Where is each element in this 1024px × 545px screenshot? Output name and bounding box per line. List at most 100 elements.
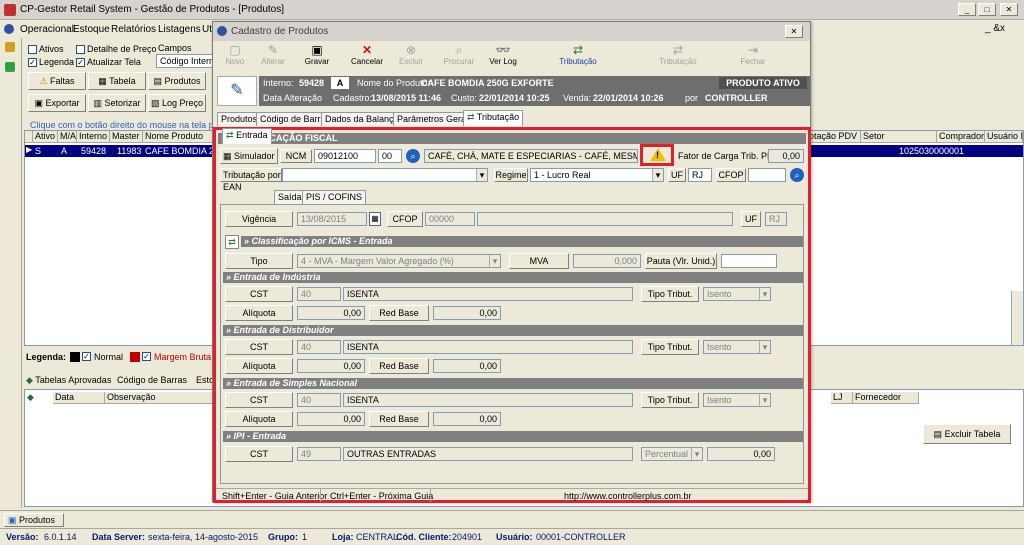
ncm-ex-field[interactable]: 00 (378, 149, 402, 163)
menu-estoque[interactable]: Estoque (73, 24, 110, 35)
grid-col-setor[interactable]: Setor (861, 131, 937, 143)
toolbar-tributacao[interactable]: ⇄ Tributação (555, 43, 601, 66)
ipi-cst-field[interactable]: 49 (297, 447, 341, 461)
distribuidor-tipotrib-combo[interactable]: Isento (703, 340, 771, 354)
simples-tipotrib-combo[interactable]: Isento (703, 393, 771, 407)
maximize-button[interactable]: □ (978, 3, 996, 16)
cfop-field[interactable] (748, 168, 786, 182)
cell-ma: A (61, 146, 68, 156)
simples-aliquota-field[interactable]: 0,00 (297, 412, 365, 426)
tab-produtos[interactable]: Produtos (217, 112, 262, 126)
industria-redbase-field[interactable]: 0,00 (433, 306, 501, 320)
grid-vscroll[interactable] (1011, 291, 1023, 345)
faltas-button[interactable]: ⚠ Faltas (28, 72, 86, 90)
tab-tributacao[interactable]: ⇄ Tributação (463, 110, 524, 126)
mdi-controls[interactable]: _ &x (985, 23, 1005, 34)
tabela-button[interactable]: ▦ Tabela (88, 72, 146, 90)
industria-cst-field[interactable]: 40 (297, 287, 341, 301)
bottom-col-fornecedor[interactable]: Fornecedor (853, 392, 919, 404)
setorizar-button[interactable]: ▥ Setorizar (88, 94, 146, 112)
tab-entrada[interactable]: ⇄ Entrada (222, 128, 272, 144)
toolbar-gravar[interactable]: ▣ Gravar (299, 43, 335, 66)
tipo-combo[interactable]: 4 - MVA - Margem Valor Agregado (%) (297, 254, 501, 268)
bottom-col-lj[interactable]: LJ (831, 392, 853, 404)
distribuidor-cst-field[interactable]: 40 (297, 340, 341, 354)
grid-col-cotacao[interactable]: otação PDV (807, 131, 861, 143)
grid-col-master[interactable]: Master (110, 131, 143, 143)
cfop-search-icon[interactable]: ⌕ (790, 168, 804, 182)
grid-col-comprador[interactable]: Comprador (937, 131, 985, 143)
tab-tabelas-aprovadas[interactable]: ◆ Tabelas Aprovadas (26, 375, 111, 386)
toolbar-fechar[interactable]: ⇥ Fechar (735, 43, 771, 66)
bottom-col-data[interactable]: Data (53, 392, 105, 404)
exportar-button[interactable]: ▣ Exportar (28, 94, 86, 112)
bottom-col-obs[interactable]: Observação (105, 392, 215, 404)
chk-atualizar-tela[interactable]: ✓ Atualizar Tela (76, 57, 141, 68)
legend-margem-check[interactable]: ✓ (142, 352, 151, 361)
ipi-valor-field[interactable]: 0,00 (707, 447, 775, 461)
tab-pis-cofins[interactable]: PIS / COFINS (302, 190, 367, 204)
toolbar-tributacao-2[interactable]: ⇄ Tributação (655, 43, 701, 66)
industria-tipotrib-combo[interactable]: Isento (703, 287, 771, 301)
toolbar-verlog[interactable]: 👓 Ver Log (485, 43, 521, 66)
tab-saida[interactable]: Saída (274, 190, 306, 204)
excluir-tabela-button[interactable]: ▤ Excluir Tabela (923, 424, 1011, 444)
tab-dados-balanca[interactable]: Dados da Balança (321, 112, 403, 126)
toolbar-novo[interactable]: ▢ Novo (217, 43, 253, 66)
ncm-field[interactable]: 09012100 (314, 149, 376, 163)
simples-cst-field[interactable]: 40 (297, 393, 341, 407)
toolbar-excluir[interactable]: ⊗ Excluir (393, 43, 429, 66)
log-preco-button[interactable]: ▧ Log Preço (148, 94, 206, 112)
cfop-entrada-desc (477, 212, 733, 226)
fator-carga-field[interactable]: 0,00 (768, 149, 804, 163)
taskbar-produtos[interactable]: ▣ Produtos (4, 513, 64, 527)
grid-col-ativo[interactable]: Ativo (33, 131, 58, 143)
expand-icon[interactable]: ◆ (27, 392, 34, 403)
trib-ean-combo[interactable] (282, 168, 488, 182)
distribuidor-aliquota-field[interactable]: 0,00 (297, 359, 365, 373)
pin-icon[interactable] (5, 42, 15, 52)
chk-legenda[interactable]: ✓ Legenda (28, 57, 74, 68)
cfop-entrada-field[interactable]: 00000 (425, 212, 475, 226)
menu-relatorios[interactable]: Relatórios (111, 24, 156, 35)
ncm-descricao: CAFÉ, CHÁ, MATE E ESPECIARIAS - CAFÉ, ME… (424, 149, 638, 163)
website-url[interactable]: http://www.controllerplus.com.br (564, 491, 692, 501)
ncm-search-icon[interactable]: ⌕ (406, 149, 420, 163)
panel-icon[interactable] (5, 62, 15, 72)
simulador-button[interactable]: ▦ Simulador (220, 148, 278, 164)
toolbar-procurar[interactable]: ⌕ Procurar (441, 43, 477, 66)
tab-codigo-barras[interactable]: Código de Barras (117, 375, 187, 385)
menu-operacional[interactable]: Operacional (20, 24, 74, 35)
regime-combo[interactable]: 1 - Lucro Real (530, 168, 664, 182)
grid-col-interno[interactable]: Interno (77, 131, 110, 143)
vigencia-field[interactable]: 13/08/2015 (297, 212, 367, 226)
toolbar-cancelar[interactable]: ✕ Cancelar (349, 43, 385, 66)
grid-col-ma[interactable]: M/A (58, 131, 77, 143)
produtos-button[interactable]: ▤ Produtos (148, 72, 206, 90)
distribuidor-cst-label: CST (225, 339, 293, 355)
uf-field[interactable]: RJ (688, 168, 712, 182)
chk-ativos[interactable]: Ativos (28, 44, 64, 55)
mva-field[interactable]: 0,000 (573, 254, 641, 268)
calendar-icon[interactable]: ▦ (369, 212, 381, 226)
dialog-close-button[interactable]: ✕ (785, 25, 803, 38)
menu-listagens[interactable]: Listagens (158, 24, 201, 35)
chk-detalhe-preco[interactable]: Detalhe de Preço (76, 44, 157, 55)
uf-entrada-field[interactable]: RJ (765, 212, 787, 226)
distribuidor-redbase-field[interactable]: 0,00 (433, 359, 501, 373)
legend-normal-check[interactable]: ✓ (82, 352, 91, 361)
toolbar-alterar[interactable]: ✎ Alterar (255, 43, 291, 66)
menu-ut[interactable]: Ut (202, 24, 212, 35)
minimize-button[interactable]: _ (958, 3, 976, 16)
new-icon: ▢ (229, 43, 241, 57)
pauta-field[interactable] (721, 254, 777, 268)
codigo-interno-field[interactable]: Código Interno (156, 54, 216, 68)
cadastro-dialog: Cadastro de Produtos ✕ ▢ Novo ✎ Alterar ▣ G… (212, 21, 811, 503)
grid-col-usuario[interactable]: Usuário In (985, 131, 1023, 143)
industria-cst-desc: ISENTA (343, 287, 633, 301)
grid-col-nome[interactable]: Nome Produto (143, 131, 213, 143)
close-button[interactable]: ✕ (1000, 3, 1018, 16)
ipi-tipo-combo[interactable]: Percentual (641, 447, 703, 461)
simples-redbase-field[interactable]: 0,00 (433, 412, 501, 426)
industria-aliquota-field[interactable]: 0,00 (297, 306, 365, 320)
